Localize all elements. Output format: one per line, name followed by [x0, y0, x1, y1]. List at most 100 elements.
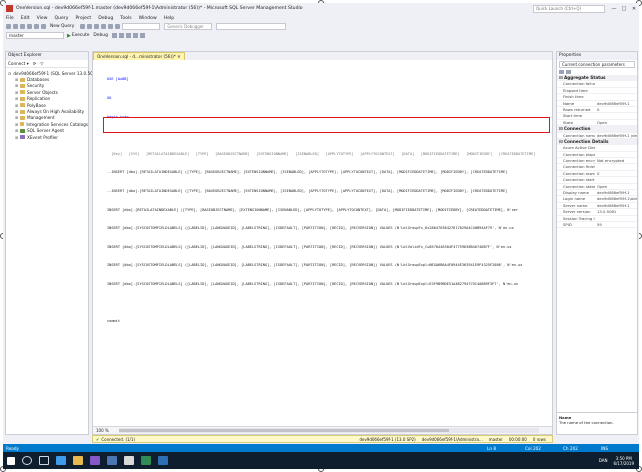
- properties-object-combo[interactable]: Current connection parameters: [559, 61, 635, 68]
- generic-debugger-combo[interactable]: Generic Debugger: [164, 23, 213, 30]
- close-button[interactable]: ✕: [629, 6, 639, 12]
- code-line: INSERT [dbo].[RETAILATAINDEXABLE] ([TYPE…: [107, 207, 519, 212]
- ssms-app-icon: [6, 5, 13, 12]
- code-line: GO: [107, 96, 112, 100]
- code-line: INSERT [dbo].[SYSCUSTOMFIELDLABELS] ([LA…: [107, 281, 519, 286]
- code-editor[interactable]: USE [AxDB] GO begin tran [Key] [SYS] [RE…: [93, 60, 552, 420]
- prop-row[interactable]: SPID 59: [557, 222, 637, 229]
- application-status-bar: Ready Ln 8 Col 202 Ch 202 INS: [3, 444, 639, 452]
- connection-status: ✔ Connected. (1/1): [96, 436, 135, 442]
- query-status-bar: ✔ Connected. (1/1) dev9d066ef59f-1 (13.0 …: [92, 435, 553, 443]
- execute-button[interactable]: Execute: [72, 33, 90, 38]
- tree-node-xevent-profiler[interactable]: ⊞ XEvent Profiler: [8, 134, 88, 140]
- object-explorer-tree: ⊟ dev9d066ef59f-1 (SQL Server 13.0.5081 …: [6, 68, 98, 140]
- folder-icon: [19, 122, 25, 127]
- status-user: dev9d066ef59f-1\Administra...: [421, 436, 483, 442]
- comment-icon[interactable]: [132, 33, 138, 38]
- folder-icon: [20, 96, 25, 101]
- cut-icon[interactable]: [87, 24, 93, 29]
- window-title: OneVersion.sql - dev9d066ef59f-1.master …: [16, 6, 303, 11]
- folder-icon: [20, 90, 25, 95]
- title-bar: OneVersion.sql - dev9d066ef59f-1.master …: [3, 3, 639, 14]
- available-databases-combo[interactable]: master: [6, 32, 64, 39]
- app-icon[interactable]: [141, 456, 151, 465]
- menu-query[interactable]: Query: [55, 16, 69, 21]
- alphabetical-icon[interactable]: [566, 70, 571, 74]
- status-column: Col 202: [525, 445, 541, 451]
- status-char: Ch 202: [563, 445, 578, 451]
- search-icon[interactable]: [22, 456, 32, 465]
- folder-icon: [20, 115, 25, 120]
- forward-icon[interactable]: [13, 24, 18, 29]
- menu-debug[interactable]: Debug: [98, 16, 113, 21]
- maximize-button[interactable]: □: [619, 6, 629, 12]
- menu-project[interactable]: Project: [75, 16, 91, 21]
- zoom-level[interactable]: 100 %: [96, 428, 109, 433]
- menu-tools[interactable]: Tools: [120, 16, 131, 21]
- ie-icon[interactable]: [56, 456, 66, 465]
- db-query-icon[interactable]: [80, 24, 86, 29]
- horizontal-scrollbar[interactable]: [119, 428, 539, 433]
- back-icon[interactable]: [6, 24, 11, 29]
- new-file-icon[interactable]: [20, 24, 25, 29]
- open-file-icon[interactable]: [27, 24, 32, 29]
- scrollbar-thumb[interactable]: [119, 429, 449, 432]
- code-line: INSERT [dbo].[SYSCUSTOMFIELDLABELS] ([LA…: [107, 263, 523, 268]
- code-line: INSERT [dbo].[SYSCUSTOMFIELDLABELS] ([LA…: [107, 226, 514, 231]
- windows-start-icon[interactable]: [7, 456, 15, 465]
- collapse-icon[interactable]: ⊟: [8, 71, 11, 76]
- debug-button[interactable]: Debug: [93, 33, 107, 38]
- categorized-icon[interactable]: [559, 70, 564, 74]
- refresh-icon[interactable]: ⟳: [33, 61, 37, 66]
- visual-studio-icon[interactable]: [90, 456, 100, 465]
- red-highlight-box: [103, 117, 550, 133]
- tree-server-node[interactable]: ⊟ dev9d066ef59f-1 (SQL Server 13.0.5081: [8, 70, 98, 76]
- profiler-icon: [20, 135, 25, 140]
- connected-check-icon: ✔: [96, 436, 100, 442]
- quick-launch-input[interactable]: Quick Launch (Ctrl+Q): [533, 4, 605, 13]
- notepad-icon[interactable]: [124, 456, 134, 465]
- stop-icon[interactable]: [111, 33, 117, 38]
- parse-icon[interactable]: [118, 33, 124, 38]
- menu-bar: File Edit View Query Project Debug Tools…: [3, 14, 639, 22]
- ssms-icon[interactable]: [107, 456, 117, 465]
- results-grid-icon[interactable]: [125, 33, 131, 38]
- save-icon[interactable]: [34, 24, 39, 29]
- new-query-button[interactable]: New Query: [50, 24, 74, 29]
- filter-icon[interactable]: ▽: [40, 61, 43, 66]
- ssms-window: OneVersion.sql - dev9d066ef59f-1.master …: [3, 3, 639, 469]
- menu-edit[interactable]: Edit: [21, 16, 30, 21]
- query-editor-pane: OneVersion.sql - d...ministrator (56))* …: [92, 51, 553, 435]
- code-line: USE [AxDB]: [107, 77, 129, 82]
- uncomment-icon[interactable]: [139, 33, 145, 38]
- solution-config-combo[interactable]: [122, 23, 161, 30]
- menu-help[interactable]: Help: [164, 16, 174, 21]
- execute-icon: ▶: [67, 32, 71, 39]
- code-line: commit: [107, 319, 120, 324]
- menu-window[interactable]: Window: [139, 16, 157, 21]
- menu-view[interactable]: View: [37, 16, 48, 21]
- paste-icon[interactable]: [101, 24, 107, 29]
- save-all-icon[interactable]: [41, 24, 46, 29]
- clock[interactable]: 3:50 PM 6/17/2019: [613, 456, 634, 466]
- menu-file[interactable]: File: [6, 16, 14, 21]
- windows-taskbar: DAN 3:50 PM 6/17/2019: [3, 452, 639, 469]
- redo-icon[interactable]: [115, 24, 121, 29]
- copy-icon[interactable]: [94, 24, 100, 29]
- expand-icon[interactable]: ⊞: [15, 122, 20, 127]
- system-tray: DAN 3:50 PM 6/17/2019: [599, 456, 639, 466]
- find-combo[interactable]: [216, 23, 287, 30]
- agent-icon: [20, 128, 25, 133]
- task-view-icon[interactable]: [39, 456, 49, 465]
- language-indicator[interactable]: DAN: [599, 458, 608, 463]
- file-explorer-icon[interactable]: [73, 456, 83, 465]
- minimize-button[interactable]: —: [609, 6, 619, 12]
- code-line: INSERT [dbo].[SYSCUSTOMFIELDLABELS] ([LA…: [107, 244, 512, 249]
- undo-icon[interactable]: [108, 24, 114, 29]
- connect-button[interactable]: Connect ▾: [8, 61, 29, 66]
- tab-oneversion-sql[interactable]: OneVersion.sql - d...ministrator (56))* …: [93, 52, 185, 60]
- folder-icon: [20, 83, 25, 88]
- word-icon[interactable]: [158, 456, 168, 465]
